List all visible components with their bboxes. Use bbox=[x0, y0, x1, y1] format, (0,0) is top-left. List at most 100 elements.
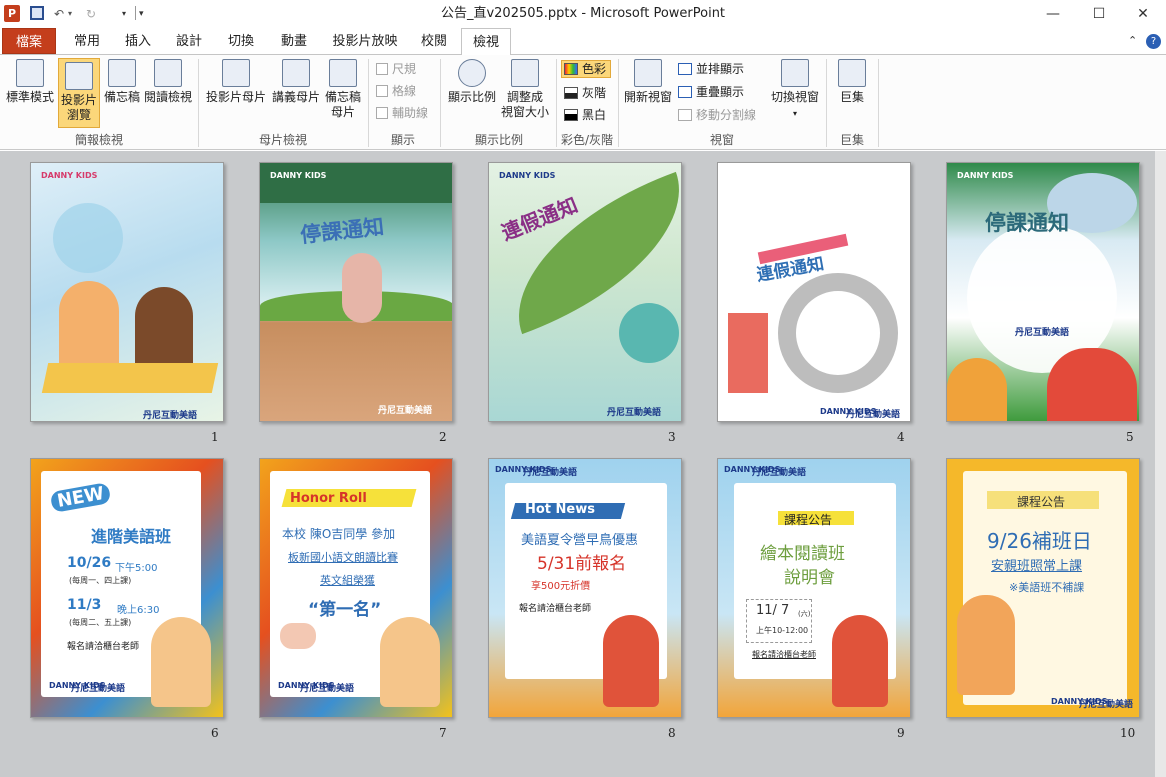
slide-thumbnail[interactable]: Honor Roll 本校 陳O吉同學 參加 板新國小語文朗讀比賽 英文組榮獲 … bbox=[259, 458, 453, 718]
help-icon[interactable]: ? bbox=[1146, 34, 1161, 49]
macros-button[interactable]: 巨集 bbox=[832, 59, 872, 125]
event-date: 11/ 7 bbox=[756, 603, 790, 618]
contact-text: 報名請洽櫃台老師 bbox=[752, 650, 816, 659]
slide-thumbnail[interactable]: 停課通知 DANNY KIDS 丹尼互動美語 bbox=[259, 162, 453, 422]
ruler-checkbox[interactable]: 尺規 bbox=[376, 61, 416, 79]
contact-text: 報名請洽櫃台老師 bbox=[67, 642, 140, 652]
fit-label-1: 調整成 bbox=[506, 90, 543, 104]
gridlines-checkbox[interactable]: 格線 bbox=[376, 83, 416, 101]
maximize-button[interactable]: ☐ bbox=[1076, 0, 1122, 28]
grayscale-button[interactable]: 灰階 bbox=[564, 85, 606, 103]
arrange-all-icon bbox=[678, 63, 692, 75]
cascade-button[interactable]: 重疊顯示 bbox=[678, 84, 744, 102]
new-window-icon bbox=[634, 59, 662, 87]
tab-file[interactable]: 檔案 bbox=[2, 28, 56, 54]
guides-checkbox[interactable]: 輔助線 bbox=[376, 105, 428, 123]
move-split-button[interactable]: 移動分割線 bbox=[678, 107, 756, 125]
color-swatch-icon bbox=[564, 63, 578, 75]
normal-view-label: 標準模式 bbox=[5, 90, 54, 104]
group-separator bbox=[198, 59, 199, 147]
notes-master-button[interactable]: 備忘稿 母片 bbox=[322, 59, 364, 129]
fit-to-window-button[interactable]: 調整成 視窗大小 bbox=[498, 59, 552, 129]
checkbox-icon bbox=[376, 85, 388, 97]
tab-view[interactable]: 檢視 bbox=[461, 28, 511, 56]
handout-master-button[interactable]: 講義母片 bbox=[268, 59, 324, 125]
danny-kids-logo: DANNY KIDS bbox=[270, 171, 327, 180]
honor-roll-badge: Honor Roll bbox=[290, 491, 367, 506]
slide-thumbnail[interactable]: 停課通知 DANNY KIDS 丹尼互動美語 bbox=[946, 162, 1140, 422]
arrange-all-button[interactable]: 並排顯示 bbox=[678, 61, 744, 79]
tiger-illustration bbox=[947, 358, 1007, 421]
group-label-window: 視窗 bbox=[709, 133, 734, 147]
slide-thumbnail[interactable]: 連假通知 DANNY KIDS 丹尼互動美語 bbox=[488, 162, 682, 422]
zoom-label: 顯示比例 bbox=[447, 90, 496, 104]
event-time: 上午10-12:00 bbox=[756, 626, 809, 635]
slide-thumbnail[interactable]: NEW 進階美語班 10/26 下午5:00 (每周一、四上課) 11/3 晚上… bbox=[30, 458, 224, 718]
slide-thumbnail[interactable]: DANNY KIDS 丹尼互動美語 bbox=[30, 162, 224, 422]
slide-sorter-label-2: 瀏覽 bbox=[66, 108, 91, 122]
tab-animations[interactable]: 動畫 bbox=[271, 28, 317, 55]
road-illustration bbox=[778, 273, 898, 393]
slide-brand: 丹尼互動美語 bbox=[71, 684, 126, 694]
session2-note: (每周二、五上課) bbox=[69, 618, 132, 627]
announcement-line-1: 本校 陳O吉同學 參加 bbox=[282, 527, 396, 541]
tab-review[interactable]: 校閱 bbox=[411, 28, 457, 55]
slide-thumbnail[interactable]: 課程公告 繪本閱讀班 說明會 11/ 7 (六) 上午10-12:00 報名請洽… bbox=[717, 458, 911, 718]
fit-to-window-icon bbox=[511, 59, 539, 87]
group-separator bbox=[618, 59, 619, 147]
tab-design[interactable]: 設計 bbox=[166, 28, 212, 55]
zoom-button[interactable]: 顯示比例 bbox=[446, 59, 498, 125]
after-school-line: 安親班照常上課 bbox=[991, 559, 1083, 574]
black-white-icon bbox=[564, 109, 578, 121]
clapping-hands-icon bbox=[280, 623, 316, 649]
course-title: 進階美語班 bbox=[91, 527, 172, 546]
group-label-show: 顯示 bbox=[390, 133, 415, 147]
slide-number: 7 bbox=[439, 726, 447, 740]
tab-transitions[interactable]: 切換 bbox=[218, 28, 264, 55]
switch-windows-button[interactable]: 切換視窗 ▾ bbox=[768, 59, 822, 131]
black-white-button[interactable]: 黑白 bbox=[564, 107, 606, 125]
session1-date: 10/26 bbox=[67, 555, 112, 571]
color-label: 色彩 bbox=[582, 62, 607, 76]
slide-number: 10 bbox=[1120, 726, 1136, 740]
slide-sorter-label-1: 投影片 bbox=[60, 93, 97, 107]
slide-number: 9 bbox=[897, 726, 905, 740]
notes-page-button[interactable]: 備忘稿 bbox=[102, 59, 142, 125]
slide-title: 停課通知 bbox=[985, 211, 1069, 235]
notes-master-label-1: 備忘稿 bbox=[324, 90, 361, 104]
tab-insert[interactable]: 插入 bbox=[115, 28, 161, 55]
kid-illustration bbox=[603, 615, 659, 707]
slide-thumbnail[interactable]: Hot News 美語夏令營早鳥優惠 5/31前報名 享500元折價 報名請洽櫃… bbox=[488, 458, 682, 718]
move-split-icon bbox=[678, 109, 692, 121]
minimize-button[interactable]: — bbox=[1030, 0, 1076, 28]
grayscale-icon bbox=[564, 87, 578, 99]
slide-sorter-button[interactable]: 投影片 瀏覽 bbox=[58, 58, 100, 128]
slide-number: 3 bbox=[668, 430, 676, 444]
reading-view-button[interactable]: 閱讀檢視 bbox=[143, 59, 193, 125]
normal-view-button[interactable]: 標準模式 bbox=[4, 59, 56, 125]
new-window-button[interactable]: 開新視窗 bbox=[622, 59, 674, 125]
award-text: “第一名” bbox=[308, 600, 382, 620]
vertical-scrollbar[interactable] bbox=[1155, 151, 1166, 777]
slide-thumbnail[interactable]: 連假通知 DANNY KIDS 丹尼互動美語 bbox=[717, 162, 911, 422]
switch-windows-label: 切換視窗 bbox=[770, 90, 819, 104]
color-button[interactable]: 色彩 bbox=[561, 60, 611, 78]
slide-number: 8 bbox=[668, 726, 676, 740]
black-white-label: 黑白 bbox=[582, 108, 607, 122]
cascade-label: 重疊顯示 bbox=[696, 85, 745, 99]
close-button[interactable]: ✕ bbox=[1120, 0, 1166, 28]
tab-slideshow[interactable]: 投影片放映 bbox=[324, 28, 406, 55]
checkbox-icon bbox=[376, 63, 388, 75]
minimize-ribbon-icon[interactable]: ⌃ bbox=[1128, 34, 1137, 47]
circle-decoration bbox=[619, 303, 679, 363]
tab-home[interactable]: 常用 bbox=[64, 28, 110, 55]
cascade-icon bbox=[678, 86, 692, 98]
session1-time: 下午5:00 bbox=[115, 563, 158, 574]
mouse-illustration bbox=[342, 253, 382, 323]
slide-thumbnail[interactable]: 課程公告 9/26補班日 安親班照常上課 ※美語班不補課 DANNY KIDS … bbox=[946, 458, 1140, 718]
gridlines-label: 格線 bbox=[392, 84, 417, 98]
slide-brand: 丹尼互動美語 bbox=[1079, 700, 1134, 710]
slide-master-button[interactable]: 投影片母片 bbox=[204, 59, 268, 125]
group-separator bbox=[368, 59, 369, 147]
slide-brand: 丹尼互動美語 bbox=[523, 468, 578, 478]
